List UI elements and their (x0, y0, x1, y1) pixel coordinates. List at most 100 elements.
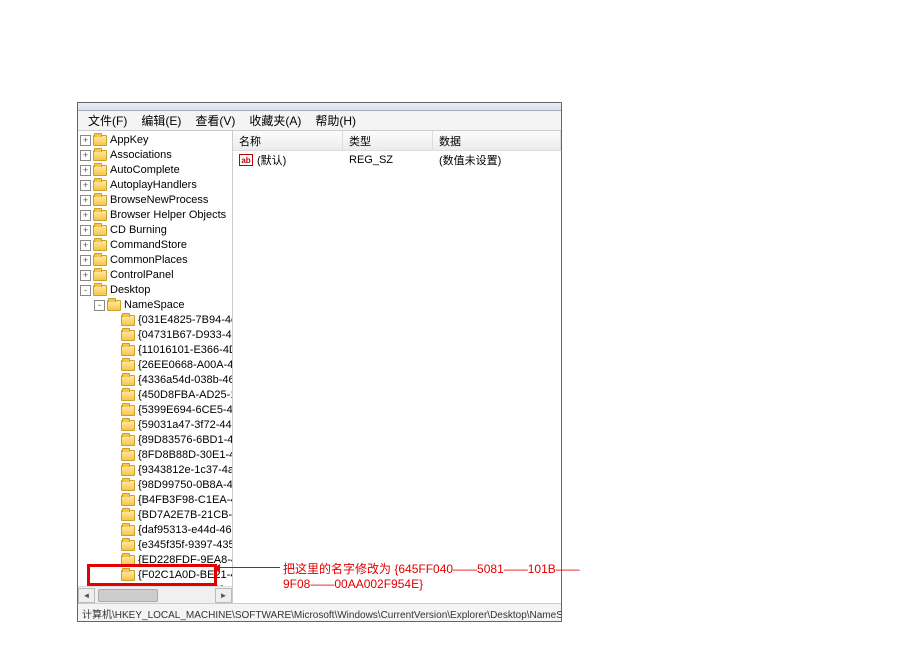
tree-item[interactable]: {59031a47-3f72-44a (78, 418, 232, 433)
scroll-thumb[interactable] (98, 589, 158, 602)
menu-view[interactable]: 查看(V) (189, 111, 241, 130)
titlebar[interactable] (78, 103, 561, 111)
tree-label: {450D8FBA-AD25-11 (138, 388, 232, 403)
expand-icon[interactable]: + (80, 150, 91, 161)
tree-item[interactable]: {B4FB3F98-C1EA-42 (78, 493, 232, 508)
folder-icon (93, 210, 107, 221)
tree-item[interactable]: {11016101-E366-4D (78, 343, 232, 358)
folder-icon (121, 525, 135, 536)
tree-item[interactable]: + AutoComplete (78, 163, 232, 178)
tree-item[interactable]: {26EE0668-A00A-44 (78, 358, 232, 373)
folder-icon (93, 270, 107, 281)
expand-icon[interactable]: + (80, 240, 91, 251)
tree-item[interactable]: + ControlPanel (78, 268, 232, 283)
tree-label: {26EE0668-A00A-44 (138, 358, 232, 373)
folder-icon (93, 195, 107, 206)
tree-item[interactable]: + Browser Helper Objects (78, 208, 232, 223)
tree-label: {98D99750-0B8A-4c (138, 478, 232, 493)
tree-item[interactable]: {e345f35f-9397-435a (78, 538, 232, 553)
expand-icon[interactable]: + (80, 180, 91, 191)
tree-item[interactable]: {031E4825-7B94-4d (78, 313, 232, 328)
tree-item[interactable]: {89D83576-6BD1-4c (78, 433, 232, 448)
expand-icon[interactable]: + (80, 195, 91, 206)
tree-label: {5399E694-6CE5-4D (138, 403, 232, 418)
tree-label: AutoComplete (110, 163, 180, 178)
folder-icon (121, 540, 135, 551)
folder-icon (121, 465, 135, 476)
collapse-icon[interactable]: - (80, 285, 91, 296)
toggle-spacer (108, 465, 119, 476)
menu-file[interactable]: 文件(F) (82, 111, 133, 130)
toggle-spacer (108, 405, 119, 416)
expand-icon[interactable]: + (80, 270, 91, 281)
folder-icon (121, 345, 135, 356)
folder-icon (121, 435, 135, 446)
folder-icon (121, 570, 135, 581)
tree-item[interactable]: {8FD8B88D-30E1-4F (78, 448, 232, 463)
menu-edit[interactable]: 编辑(E) (135, 111, 187, 130)
tree-item[interactable]: {9343812e-1c37-4a4 (78, 463, 232, 478)
tree-item[interactable]: + CommonPlaces (78, 253, 232, 268)
annotation-arrow (220, 567, 280, 568)
expand-icon[interactable]: + (80, 135, 91, 146)
tree-item[interactable]: +Associations (78, 148, 232, 163)
tree-item[interactable]: {4336a54d-038b-46 (78, 373, 232, 388)
tree-item[interactable]: {ED228FDF-9EA8-48 (78, 553, 232, 568)
folder-icon (93, 180, 107, 191)
col-type[interactable]: 类型 (343, 131, 433, 150)
col-data[interactable]: 数据 (433, 131, 561, 150)
statusbar: 计算机\HKEY_LOCAL_MACHINE\SOFTWARE\Microsof… (78, 603, 561, 621)
tree-label: {B4FB3F98-C1EA-42 (138, 493, 232, 508)
scroll-right-btn[interactable]: ► (215, 588, 232, 603)
tree-label: {4336a54d-038b-46 (138, 373, 232, 388)
tree-item[interactable]: +AppKey (78, 133, 232, 148)
folder-icon (121, 405, 135, 416)
tree-item[interactable]: {5399E694-6CE5-4D (78, 403, 232, 418)
tree-item[interactable]: + AutoplayHandlers (78, 178, 232, 193)
tree-item[interactable]: +CommandStore (78, 238, 232, 253)
tree-label: AutoplayHandlers (110, 178, 197, 193)
menu-help[interactable]: 帮助(H) (309, 111, 362, 130)
tree-item[interactable]: {98D99750-0B8A-4c (78, 478, 232, 493)
folder-icon (121, 480, 135, 491)
tree-item[interactable]: {04731B67-D933-45 (78, 328, 232, 343)
tree-item[interactable]: {daf95313-e44d-46a (78, 523, 232, 538)
tree-label: CommonPlaces (110, 253, 188, 268)
toggle-spacer (108, 510, 119, 521)
folder-icon (121, 360, 135, 371)
tree-item[interactable]: {BD7A2E7B-21CB-41 (78, 508, 232, 523)
toggle-spacer (108, 540, 119, 551)
tree-item-namespace[interactable]: -NameSpace (78, 298, 232, 313)
tree-hscrollbar[interactable]: ◄ ► (78, 586, 232, 603)
tree-label: Browser Helper Objects (110, 208, 226, 223)
folder-icon (93, 135, 107, 146)
value-name: (默认) (257, 152, 286, 168)
expand-icon[interactable]: + (80, 210, 91, 221)
tree-item[interactable]: +CD Burning (78, 223, 232, 238)
tree-item[interactable]: + BrowseNewProcess (78, 193, 232, 208)
expand-icon[interactable]: + (80, 255, 91, 266)
scroll-left-btn[interactable]: ◄ (78, 588, 95, 603)
regedit-window: 文件(F) 编辑(E) 查看(V) 收藏夹(A) 帮助(H) +AppKey+A… (77, 102, 562, 622)
col-name[interactable]: 名称 (233, 131, 343, 150)
list-header: 名称 类型 数据 (233, 131, 561, 151)
tree-item-desktop[interactable]: -Desktop (78, 283, 232, 298)
collapse-icon[interactable]: - (94, 300, 105, 311)
toggle-spacer (108, 315, 119, 326)
tree-item[interactable]: {450D8FBA-AD25-11 (78, 388, 232, 403)
tree-label: BrowseNewProcess (110, 193, 208, 208)
expand-icon[interactable]: + (80, 225, 91, 236)
menubar: 文件(F) 编辑(E) 查看(V) 收藏夹(A) 帮助(H) (78, 111, 561, 131)
tree-item[interactable]: {F02C1A0D-BE21-43 (78, 568, 232, 583)
toggle-spacer (108, 420, 119, 431)
list-row[interactable]: ab (默认) REG_SZ (数值未设置) (233, 151, 561, 169)
menu-favorites[interactable]: 收藏夹(A) (243, 111, 307, 130)
folder-icon (121, 330, 135, 341)
expand-icon[interactable]: + (80, 165, 91, 176)
tree-pane[interactable]: +AppKey+Associations+AutoComplete+Autopl… (78, 131, 233, 603)
list-pane[interactable]: 名称 类型 数据 ab (默认) REG_SZ (数值未设置) (233, 131, 561, 603)
folder-icon (93, 285, 107, 296)
folder-icon (121, 555, 135, 566)
tree-label: {BD7A2E7B-21CB-41 (138, 508, 232, 523)
tree-label: ControlPanel (110, 268, 174, 283)
